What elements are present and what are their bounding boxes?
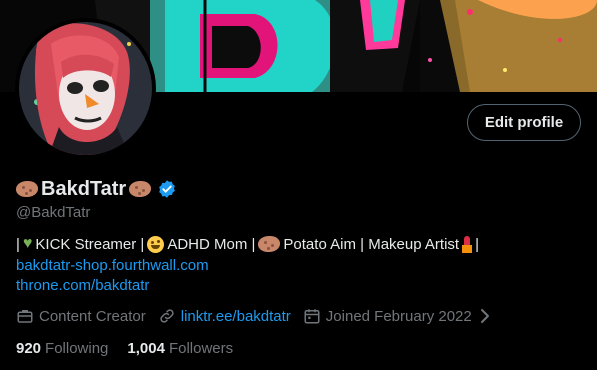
- followers-count: 1,004: [127, 340, 165, 357]
- follow-stats: 920 Following 1,004 Followers: [16, 340, 252, 357]
- potato-emoji-icon: [129, 181, 152, 197]
- bio-link-throne[interactable]: throne.com/bakdtatr: [16, 277, 149, 294]
- meta-joined: Joined February 2022: [303, 307, 472, 325]
- meta-joined-label: Joined February 2022: [325, 307, 472, 325]
- bio-part-adhd: ADHD Mom |: [167, 235, 256, 253]
- bio-link-shop[interactable]: bakdtatr-shop.fourthwall.com: [16, 257, 209, 274]
- following-label: Following: [45, 340, 109, 357]
- display-name-row: BakdTatr: [16, 176, 177, 202]
- followers-link[interactable]: 1,004 Followers: [127, 340, 233, 357]
- profile-meta: Content Creator linktr.ee/bakdtatr Joine…: [16, 307, 492, 325]
- calendar-icon: [304, 309, 320, 324]
- meta-website-link[interactable]: linktr.ee/bakdtatr: [181, 308, 291, 325]
- edit-profile-button[interactable]: Edit profile: [467, 104, 581, 141]
- bio-part-kick: KICK Streamer |: [35, 235, 145, 253]
- chevron-right-icon[interactable]: [478, 307, 492, 325]
- briefcase-icon: [17, 310, 33, 323]
- avatar-photo: [19, 22, 152, 155]
- green-heart-icon: ♥: [22, 235, 33, 252]
- display-name: BakdTatr: [41, 177, 127, 200]
- meta-website[interactable]: linktr.ee/bakdtatr: [158, 307, 291, 325]
- followers-label: Followers: [168, 340, 234, 357]
- meta-category: Content Creator: [16, 307, 146, 325]
- meta-category-label: Content Creator: [39, 307, 146, 325]
- zany-face-emoji-icon: [147, 235, 165, 253]
- following-link[interactable]: 920 Following: [16, 340, 108, 357]
- avatar[interactable]: [19, 22, 152, 155]
- avatar-container[interactable]: [15, 18, 156, 159]
- bio-prefix: |: [16, 235, 20, 253]
- potato-emoji-icon: [16, 181, 38, 197]
- bio-part-potato: Potato Aim | Makeup Artist: [283, 235, 460, 253]
- bio-suffix: |: [475, 235, 479, 253]
- following-count: 920: [16, 340, 42, 357]
- potato-emoji-icon: [258, 236, 281, 252]
- verified-badge-icon[interactable]: [157, 179, 177, 199]
- lipstick-emoji-icon: [462, 235, 473, 253]
- link-icon: [160, 309, 174, 323]
- handle: @BakdTatr: [16, 204, 91, 221]
- bio: | ♥ KICK Streamer | ADHD Mom | Potato Ai…: [16, 235, 479, 253]
